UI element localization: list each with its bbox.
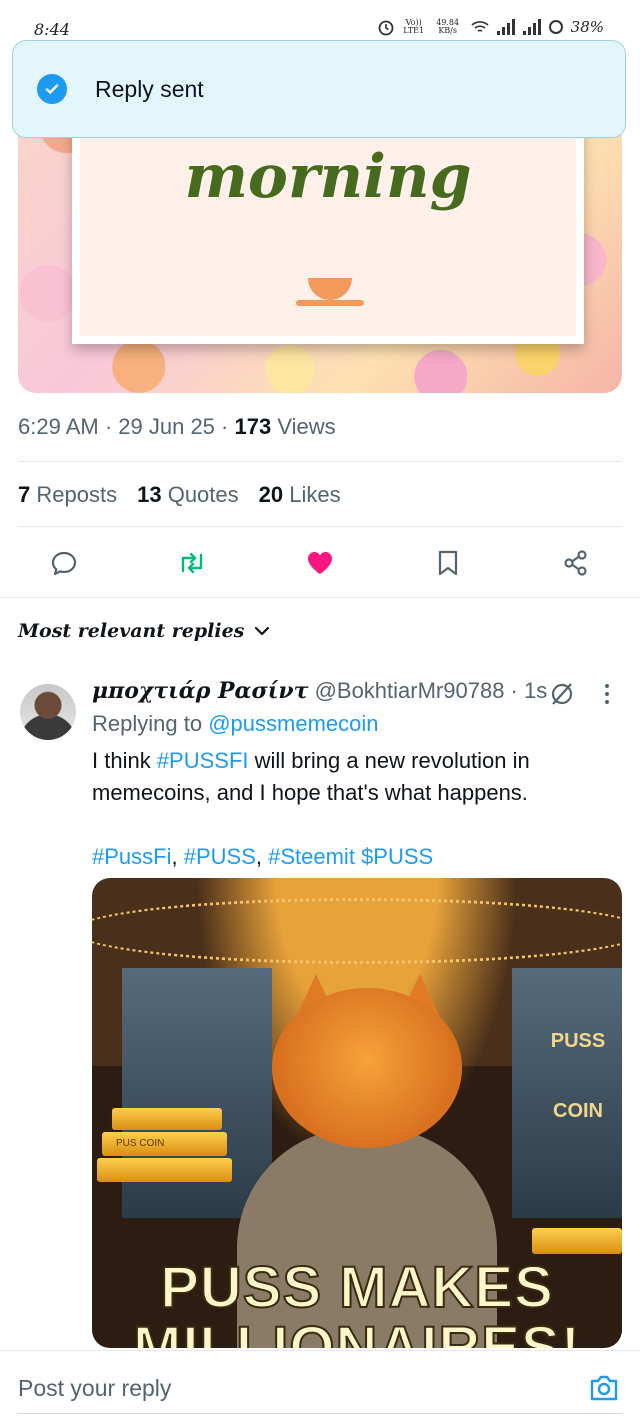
volte-indicator: Vo)) LTE1: [403, 18, 425, 35]
more-vertical-icon: [605, 684, 609, 704]
replies-sort-dropdown[interactable]: Most relevant replies: [18, 620, 270, 642]
replying-to-handle[interactable]: @pussmemecoin: [208, 711, 378, 736]
post-time: 6:29 AM: [18, 414, 99, 439]
caption-line1: PUSS MAKES: [159, 1255, 554, 1320]
heart-icon: [308, 552, 332, 574]
ceiling-lights: [92, 898, 622, 964]
camera-button[interactable]: [588, 1373, 620, 1408]
quotes-label: Quotes: [167, 482, 239, 507]
gold-bar: [112, 1108, 222, 1130]
gold-bar-label: PUS COIN: [102, 1132, 227, 1156]
reply-button[interactable]: [44, 545, 84, 581]
likes-label: Likes: [289, 482, 341, 507]
views-label: Views: [277, 414, 336, 439]
post-actions: [0, 545, 640, 581]
status-icons: Vo)) LTE1 49.84 KB/s 38%: [377, 18, 604, 36]
gold-bar: [532, 1228, 622, 1254]
gold-bar: [97, 1158, 232, 1182]
coin-sign: PUSS COIN: [548, 1006, 608, 1146]
sign-bottom: COIN: [553, 1100, 603, 1122]
divider: [0, 597, 640, 598]
toast-text: Reply sent: [95, 75, 204, 102]
divider: [18, 461, 622, 462]
battery-percent: 38%: [570, 18, 604, 36]
reply-time: 1s: [524, 678, 548, 703]
status-time: 8:44: [34, 20, 70, 39]
bookmark-icon: [438, 550, 458, 576]
hashtag-link[interactable]: #PussFi: [92, 844, 171, 869]
reply-text-part: I think: [92, 748, 157, 773]
reply-input[interactable]: Post your reply: [18, 1375, 171, 1402]
sign-top: PUSS: [550, 1030, 606, 1052]
hashtag-link[interactable]: #PUSSFI: [157, 748, 249, 773]
cashtag-link[interactable]: $PUSS: [361, 844, 433, 869]
signal-icon: [496, 19, 515, 35]
likes-count: 20: [258, 482, 284, 507]
slash-circle-icon: [551, 683, 573, 705]
image-caption: PUSS MAKES MILLIONAIRES!: [92, 1255, 622, 1349]
sort-label: Most relevant replies: [18, 620, 245, 642]
reply-icon: [51, 551, 77, 576]
saucer-shape: [296, 300, 364, 306]
input-underline: [18, 1413, 622, 1414]
cat-head: [272, 988, 462, 1148]
image-script-text: morning: [184, 142, 472, 212]
reposts-label: Reposts: [36, 482, 118, 507]
like-button[interactable]: [300, 545, 340, 581]
more-options-button[interactable]: [602, 682, 612, 711]
reply-compose-bar: Post your reply: [0, 1350, 640, 1423]
chevron-down-icon: [255, 626, 270, 636]
camera-icon: [590, 1375, 618, 1401]
quotes-link[interactable]: 13 Quotes: [137, 482, 239, 508]
quotes-count: 13: [137, 482, 162, 507]
replying-prefix: Replying to: [92, 711, 203, 736]
reply-author-name[interactable]: μποχτιάρ Ρασίντ: [92, 678, 308, 704]
replying-to: Replying to @pussmemecoin: [92, 711, 379, 737]
grok-analyze-button[interactable]: [548, 680, 576, 713]
check-icon: [37, 74, 67, 104]
post-meta: 6:29 AM · 29 Jun 25 · 173 Views: [18, 414, 336, 439]
bookmark-button[interactable]: [428, 545, 468, 581]
reply-author-handle[interactable]: @BokhtiarMr90788: [315, 678, 505, 703]
divider: [18, 526, 622, 527]
post-date: 29 Jun 25: [118, 414, 215, 439]
hashtag-link[interactable]: #Steemit: [268, 844, 355, 869]
network-speed: 49.84 KB/s: [436, 18, 460, 35]
reposts-count: 7: [18, 482, 31, 507]
share-button[interactable]: [556, 545, 596, 581]
engagement-counts: 7 Reposts 13 Quotes 20 Likes: [18, 482, 341, 508]
retweet-button[interactable]: [172, 545, 212, 581]
battery-icon: [548, 20, 563, 34]
reposts-link[interactable]: 7 Reposts: [18, 482, 117, 508]
coffee-cup-icon: [308, 278, 352, 300]
reply-body: I think #PUSSFI will bring a new revolut…: [92, 748, 530, 869]
reply-header: μποχτιάρ Ρασίντ @BokhtiarMr90788 · 1s: [92, 678, 548, 704]
likes-link[interactable]: 20 Likes: [259, 482, 341, 508]
wifi-icon: [471, 21, 489, 32]
share-icon: [564, 550, 587, 576]
alarm-icon: [378, 20, 394, 36]
hashtag-link[interactable]: #PUSS: [184, 844, 256, 869]
caption-line2: MILLIONAIRES!: [132, 1315, 581, 1349]
reply-image[interactable]: PUSS COIN PUS COIN PUSS MAKES MILLIONAIR…: [92, 878, 622, 1348]
signal-icon-2: [522, 19, 541, 35]
views-count: 173: [234, 414, 272, 439]
reply-sent-toast[interactable]: Reply sent: [12, 40, 626, 138]
retweet-icon: [181, 552, 203, 574]
avatar[interactable]: [20, 684, 76, 740]
